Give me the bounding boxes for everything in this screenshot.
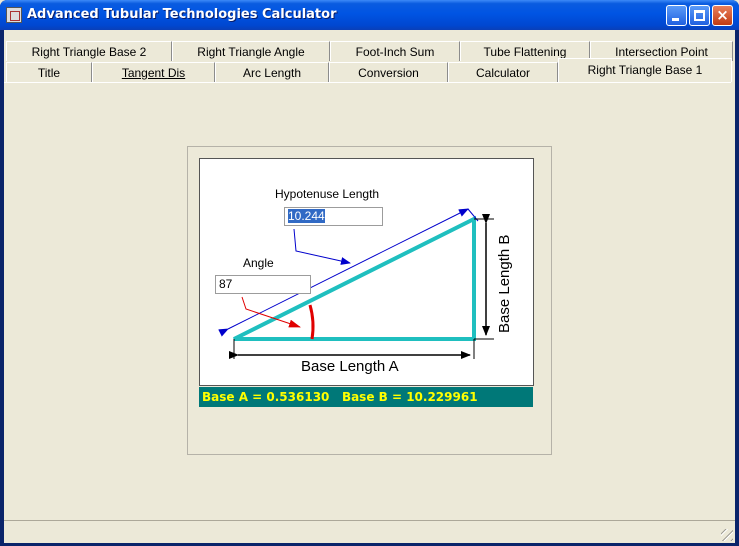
triangle-diagram: Hypotenuse Length 10.244 Angle 87 Base L… — [199, 158, 534, 386]
tab-right-triangle-base-1[interactable]: Right Triangle Base 1 — [558, 58, 732, 82]
tab-title[interactable]: Title — [6, 62, 92, 82]
minimize-icon — [672, 18, 679, 21]
angle-input[interactable]: 87 — [215, 275, 311, 294]
tab-tangent-dis[interactable]: Tangent Dis — [92, 62, 215, 82]
hypotenuse-leader — [293, 228, 351, 265]
tab-right-triangle-base-2[interactable]: Right Triangle Base 2 — [6, 41, 172, 61]
base-b-label: Base Length B — [496, 234, 513, 333]
app-icon[interactable] — [6, 7, 22, 23]
angle-label: Angle — [243, 256, 274, 270]
minimize-button[interactable] — [666, 5, 687, 26]
hypotenuse-label: Hypotenuse Length — [275, 187, 380, 201]
title-bar[interactable]: Advanced Tubular Technologies Calculator… — [0, 0, 739, 30]
hypotenuse-input[interactable]: 10.244 — [284, 207, 383, 226]
hypotenuse-value: 10.244 — [288, 209, 325, 223]
close-icon: × — [716, 6, 729, 24]
maximize-icon — [694, 10, 705, 21]
tab-calculator[interactable]: Calculator — [448, 62, 558, 82]
tab-conversion[interactable]: Conversion — [329, 62, 448, 82]
window-title: Advanced Tubular Technologies Calculator — [27, 7, 337, 22]
tab-arc-length[interactable]: Arc Length — [215, 62, 329, 82]
app-window: Advanced Tubular Technologies Calculator… — [0, 0, 739, 546]
tab-right-triangle-angle[interactable]: Right Triangle Angle — [172, 41, 330, 61]
base-a-label: Base Length A — [301, 358, 399, 375]
tab-foot-inch-sum[interactable]: Foot-Inch Sum — [330, 41, 460, 61]
maximize-button[interactable] — [689, 5, 710, 26]
angle-arc — [308, 304, 315, 340]
close-button[interactable]: × — [712, 5, 733, 26]
result-display: Base A = 0.536130 Base B = 10.229961 — [199, 387, 533, 407]
resize-grip-icon[interactable] — [721, 529, 733, 541]
status-bar — [4, 520, 735, 543]
